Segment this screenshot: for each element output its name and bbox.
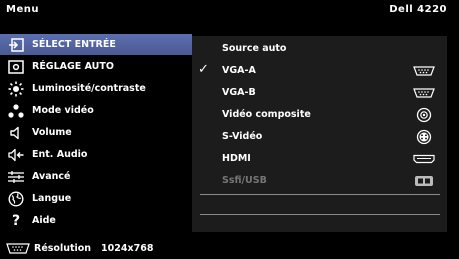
submenu-item-composite-video[interactable]: Vidéo composite: [192, 104, 447, 125]
menu-item-brightness-contrast[interactable]: Luminosité/contraste: [0, 78, 192, 99]
submenu-item-vga-b[interactable]: VGA-B: [192, 82, 447, 103]
vga-port-icon: [6, 242, 30, 254]
input-select-icon: [8, 37, 24, 53]
menu-item-language[interactable]: Langue: [0, 188, 192, 209]
submenu-item-vga-a[interactable]: ✓ VGA-A: [192, 60, 447, 81]
s-video-port-icon: [413, 129, 435, 144]
main-menu: SÉLECT ENTRÉE RÉGLAGE AUTO Luminosité/co…: [0, 34, 192, 234]
menu-item-auto-adjust[interactable]: RÉGLAGE AUTO: [0, 56, 192, 77]
submenu-item-auto-source[interactable]: Source auto: [192, 38, 447, 59]
composite-port-icon: [413, 107, 435, 122]
menu-item-label: Ent. Audio: [32, 149, 88, 160]
brightness-icon: [8, 81, 24, 97]
submenu-item-label: VGA-A: [222, 65, 256, 76]
video-mode-icon: [8, 103, 24, 119]
menu-item-help[interactable]: ? Aide: [0, 210, 192, 231]
vga-port-icon: [413, 85, 435, 100]
resolution-label: Résolution: [34, 242, 92, 254]
submenu-item-label: Source auto: [222, 43, 287, 54]
auto-adjust-icon: [8, 59, 24, 75]
checkmark-icon: ✓: [198, 62, 209, 77]
menu-item-advanced[interactable]: Avancé: [0, 166, 192, 187]
submenu-item-hdmi[interactable]: HDMI: [192, 148, 447, 169]
hdmi-port-icon: [413, 151, 435, 166]
usb-display-icon: [413, 173, 435, 188]
menu-item-input-select[interactable]: SÉLECT ENTRÉE: [0, 34, 192, 55]
menu-item-video-mode[interactable]: Mode vidéo: [0, 100, 192, 121]
volume-icon: [8, 125, 24, 141]
status-bar: Résolution 1024x768: [0, 237, 459, 259]
resolution-value: 1024x768: [101, 242, 154, 254]
menu-title: Menu: [6, 4, 39, 15]
top-bar: Menu Dell 4220: [0, 0, 459, 22]
submenu-item-label: HDMI: [222, 153, 251, 164]
menu-item-label: Mode vidéo: [32, 105, 94, 116]
submenu-item-label: Ssfi/USB: [222, 175, 267, 186]
submenu-item-usb-display: Ssfi/USB: [192, 170, 447, 191]
menu-item-label: Volume: [32, 127, 72, 138]
menu-item-label: SÉLECT ENTRÉE: [32, 39, 116, 50]
menu-item-label: Luminosité/contraste: [32, 83, 146, 94]
menu-item-volume[interactable]: Volume: [0, 122, 192, 143]
help-icon: ?: [11, 212, 21, 229]
menu-item-label: Avancé: [32, 171, 71, 182]
menu-item-audio-input[interactable]: Ent. Audio: [0, 144, 192, 165]
submenu-item-label: Vidéo composite: [222, 109, 311, 120]
advanced-settings-icon: [8, 169, 24, 185]
input-select-submenu: Source auto ✓ VGA-A VGA-B Vidéo composit…: [192, 36, 447, 232]
projector-model: Dell 4220: [389, 4, 447, 15]
projector-osd: Menu Dell 4220 SÉLECT ENTRÉE RÉGLAGE AUT…: [0, 0, 459, 259]
menu-item-label: Langue: [32, 193, 72, 204]
language-icon: [8, 190, 24, 207]
menu-item-label: RÉGLAGE AUTO: [32, 61, 114, 72]
divider: [200, 214, 440, 215]
submenu-item-label: S-Vidéo: [222, 131, 263, 142]
audio-input-icon: [8, 147, 24, 163]
submenu-item-s-video[interactable]: S-Vidéo: [192, 126, 447, 147]
menu-item-label: Aide: [32, 215, 56, 226]
submenu-item-label: VGA-B: [222, 87, 256, 98]
vga-port-icon: [413, 63, 435, 78]
divider: [200, 194, 440, 195]
